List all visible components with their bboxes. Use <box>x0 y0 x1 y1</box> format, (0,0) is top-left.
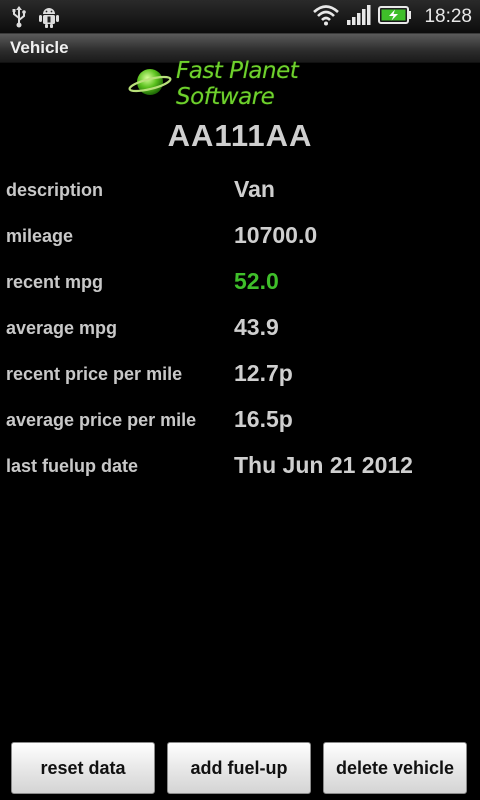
logo: Fast Planet Software <box>128 58 358 110</box>
vehicle-registration: AA111AA <box>167 118 313 153</box>
logo-text: Fast Planet Software <box>176 58 299 110</box>
button-bar: reset data add fuel-up delete vehicle <box>0 740 480 800</box>
add-fuel-up-button[interactable]: add fuel-up <box>167 742 311 794</box>
reset-data-button[interactable]: reset data <box>11 742 155 794</box>
row-label: average price per mile <box>6 410 197 430</box>
row-label: mileage <box>6 226 74 246</box>
row-label: recent mpg <box>6 272 104 292</box>
row-value: 12.7p <box>234 360 293 386</box>
row-description: description Van <box>0 172 480 208</box>
battery-charging-icon <box>378 5 412 30</box>
row-mileage: mileage 10700.0 <box>0 218 480 254</box>
usb-icon <box>10 6 28 33</box>
android-debug-icon <box>38 5 60 34</box>
row-value: 52.0 <box>234 268 279 294</box>
status-time: 18:28 <box>424 6 472 27</box>
wifi-icon <box>312 4 340 31</box>
status-bar: 18:28 <box>0 0 480 34</box>
row-value: 10700.0 <box>234 222 318 248</box>
row-label: last fuelup date <box>6 456 139 476</box>
signal-icon <box>346 4 372 31</box>
planet-icon <box>128 64 172 105</box>
row-label: average mpg <box>6 318 118 338</box>
delete-vehicle-button[interactable]: delete vehicle <box>323 742 467 794</box>
row-label: description <box>6 180 104 200</box>
row-average-price-per-mile: average price per mile 16.5p <box>0 402 480 438</box>
row-recent-mpg: recent mpg 52.0 <box>0 264 480 300</box>
app-title: Vehicle <box>10 38 69 57</box>
row-recent-price-per-mile: recent price per mile 12.7p <box>0 356 480 392</box>
row-value: 43.9 <box>234 314 279 340</box>
row-label: recent price per mile <box>6 364 183 384</box>
row-average-mpg: average mpg 43.9 <box>0 310 480 346</box>
row-value: Van <box>234 176 275 202</box>
row-value: 16.5p <box>234 406 293 432</box>
row-last-fuelup-date: last fuelup date Thu Jun 21 2012 <box>0 448 480 484</box>
row-value: Thu Jun 21 2012 <box>234 452 413 478</box>
